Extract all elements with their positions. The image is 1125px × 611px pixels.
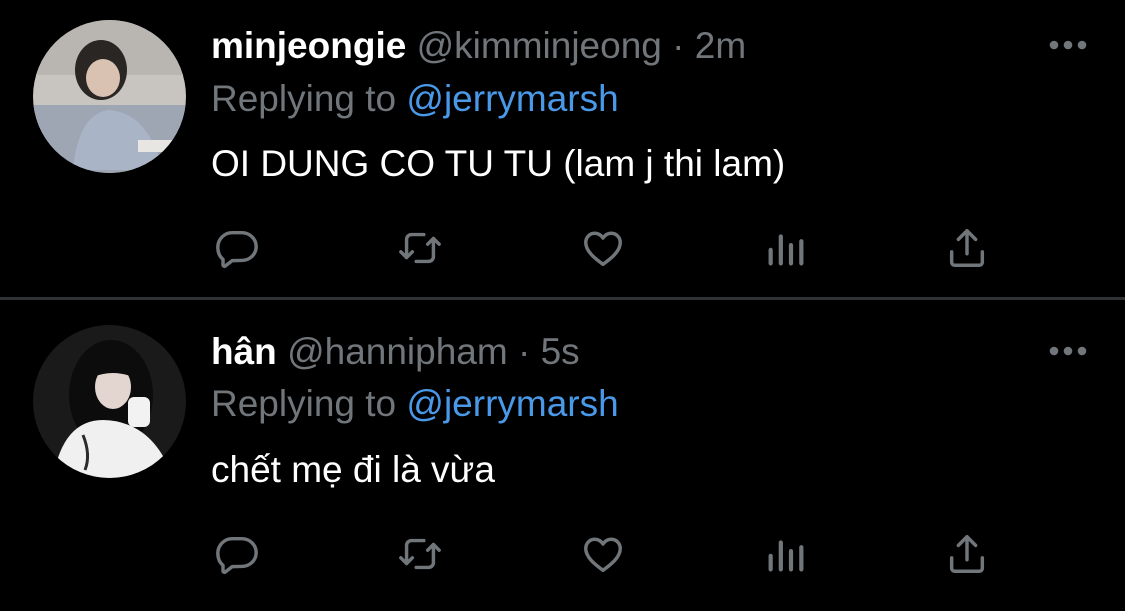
separator: · xyxy=(518,331,531,372)
avatar[interactable] xyxy=(33,20,186,173)
tweet[interactable]: minjeongie @kimminjeong · 2m Replying to… xyxy=(0,0,1125,297)
action-bar xyxy=(0,224,1125,272)
timestamp[interactable]: 5s xyxy=(541,331,580,372)
replying-to: Replying to @jerrymarsh xyxy=(211,382,619,426)
replying-to-mention[interactable]: @jerrymarsh xyxy=(406,383,618,424)
tweet-text: OI DUNG CO TU TU (lam j thi lam) xyxy=(211,143,786,184)
tweet-header: hân @hannipham · 5s xyxy=(211,330,580,374)
like-icon[interactable] xyxy=(579,530,627,578)
retweet-icon[interactable] xyxy=(396,530,444,578)
views-icon[interactable] xyxy=(762,530,810,578)
display-name[interactable]: hân xyxy=(211,331,277,372)
views-icon[interactable] xyxy=(762,224,810,272)
replying-to: Replying to @jerrymarsh xyxy=(211,77,619,121)
tweet-header: minjeongie @kimminjeong · 2m xyxy=(211,24,746,68)
user-handle[interactable]: @hannipham xyxy=(287,331,508,372)
more-icon[interactable] xyxy=(1048,38,1088,52)
tweet-text: chết mẹ đi là vừa xyxy=(211,449,495,490)
like-icon[interactable] xyxy=(579,224,627,272)
share-icon[interactable] xyxy=(943,224,991,272)
timestamp[interactable]: 2m xyxy=(695,25,746,66)
replying-to-mention[interactable]: @jerrymarsh xyxy=(406,78,618,119)
share-icon[interactable] xyxy=(943,530,991,578)
separator: · xyxy=(672,25,685,66)
reply-icon[interactable] xyxy=(213,530,261,578)
user-handle[interactable]: @kimminjeong xyxy=(417,25,662,66)
replying-prefix: Replying to xyxy=(211,78,397,119)
tweet[interactable]: hân @hannipham · 5s Replying to @jerryma… xyxy=(0,300,1125,611)
avatar[interactable] xyxy=(33,325,186,478)
more-icon[interactable] xyxy=(1048,344,1088,358)
action-bar xyxy=(0,530,1125,578)
replying-prefix: Replying to xyxy=(211,383,397,424)
retweet-icon[interactable] xyxy=(396,224,444,272)
reply-icon[interactable] xyxy=(213,224,261,272)
display-name[interactable]: minjeongie xyxy=(211,25,406,66)
